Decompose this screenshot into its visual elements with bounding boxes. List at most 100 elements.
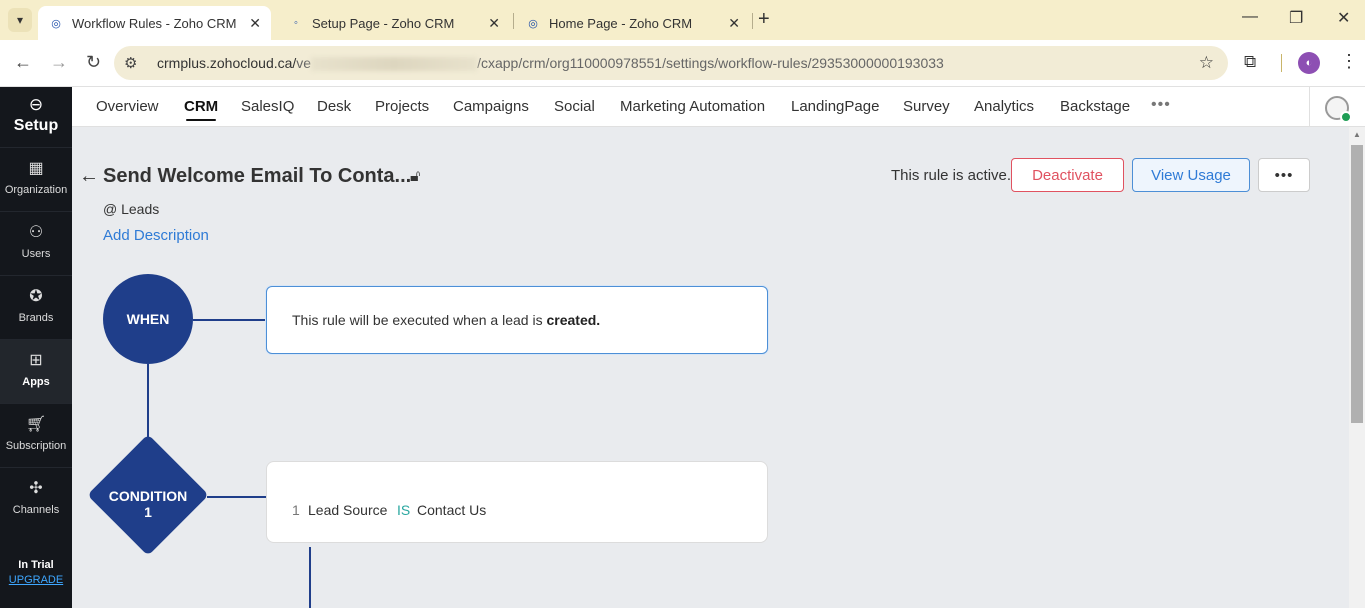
nav-projects[interactable]: Projects [375,98,429,115]
setup-home[interactable]: ⊖ Setup [0,95,72,135]
when-text: This rule will be executed when a lead i… [292,312,547,328]
plus-icon[interactable]: + [758,8,770,31]
nav-social[interactable]: Social [554,98,595,115]
condition-index: 1 [292,502,300,518]
scroll-up-icon[interactable]: ▲ [1353,130,1361,139]
add-description-link[interactable]: Add Description [103,227,209,244]
profile-avatar-icon[interactable]: ◐ [1298,52,1320,74]
more-options-button[interactable]: ••• [1258,158,1310,192]
nav-divider [1309,87,1310,127]
close-icon[interactable]: ✕ [488,15,500,32]
cart-icon: 🛒︎ [25,416,47,433]
arrow-left-icon[interactable]: ← [14,52,32,73]
page-title: Send Welcome Email To Conta... [103,165,412,187]
users-icon: ⚇ [28,224,44,241]
browser-address-bar: ← → ↻ ⚙ crmplus.zohocloud.ca/ve/cxapp/cr… [0,40,1365,87]
tab-search-button[interactable]: ▾ [8,8,32,32]
building-icon: ▦ [28,160,44,177]
tab-title: Home Page - Zoho CRM [549,15,693,31]
close-icon[interactable]: ✕ [728,15,740,32]
sidebar-item-apps[interactable]: ⊞ Apps [0,339,72,403]
rule-module: @ Leads [103,201,160,217]
tab-title: Workflow Rules - Zoho CRM [72,15,237,31]
sidebar-item-channels[interactable]: ✣ Channels [0,467,72,531]
url-host: crmplus.zohocloud.ca/ [157,55,297,71]
condition-operator: IS [397,502,411,518]
nav-landingpage[interactable]: LandingPage [791,98,879,115]
sidebar-item-organization[interactable]: ▦ Organization [0,147,72,211]
scrollbar-thumb[interactable] [1351,145,1363,423]
nav-desk[interactable]: Desk [317,98,351,115]
when-trigger: created. [546,312,601,328]
zoho-crm-icon: ◦ [294,17,298,29]
page-scrollbar[interactable]: ▲ [1349,127,1365,608]
nav-analytics[interactable]: Analytics [974,98,1034,115]
condition-connector [207,496,266,498]
condition-node-label: CONDITION 1 [100,488,196,520]
apps-icon: ⊞ [29,352,43,369]
tab-workflow-rules[interactable]: ◎ Workflow Rules - Zoho CRM ✕ [38,6,271,40]
lock-icon[interactable]: 🔓︎ [410,168,420,186]
reload-icon[interactable]: ↻ [86,52,101,73]
nav-crm[interactable]: CRM [184,98,218,121]
nav-survey[interactable]: Survey [903,98,950,115]
arrow-left-icon[interactable]: ← [79,165,99,188]
restore-icon[interactable]: ❐ [1289,8,1303,28]
when-description: This rule will be executed when a lead i… [292,312,600,328]
when-node: WHEN [103,274,193,364]
puzzle-icon[interactable]: ⧉ [1244,52,1256,72]
nav-overview[interactable]: Overview [96,98,159,115]
network-icon: ✣ [29,480,43,497]
sidebar-item-label: Channels [12,504,60,516]
zoho-crm-icon: ◎ [51,17,61,30]
condition-card[interactable]: 1 Lead Source IS Contact Us [266,461,768,543]
star-icon[interactable]: ☆ [1199,53,1214,73]
tune-icon[interactable]: ⚙ [124,54,137,72]
minimize-icon[interactable]: — [1242,8,1258,26]
when-card[interactable]: This rule will be executed when a lead i… [266,286,768,354]
view-usage-button[interactable]: View Usage [1132,158,1250,192]
when-connector [193,319,266,321]
sidebar-item-subscription[interactable]: 🛒︎ Subscription [0,403,72,467]
url-redacted [311,57,478,72]
zoho-crm-icon: ◎ [528,17,538,30]
condition-label-text: CONDITION [108,488,188,504]
trial-label: In Trial [18,559,54,571]
url-partial: ve [296,55,312,71]
kebab-icon[interactable]: ⋮ [1340,51,1358,72]
tab-setup-page[interactable]: ◦ Setup Page - Zoho CRM ✕ [278,6,510,40]
nav-marketing-automation[interactable]: Marketing Automation [620,98,765,115]
tab-home-page[interactable]: ◎ Home Page - Zoho CRM ✕ [515,6,750,40]
arrow-right-icon[interactable]: → [50,52,68,73]
condition-label-number: 1 [144,504,152,520]
setup-sidebar: ⊖ Setup ▦ Organization ⚇ Users ✪ Brands … [0,87,72,608]
upgrade-link[interactable]: UPGRADE [0,574,72,586]
product-nav: Overview CRM SalesIQ Desk Projects Campa… [72,87,1365,127]
condition-field: Lead Source [308,502,388,518]
sidebar-item-brands[interactable]: ✪ Brands [0,275,72,339]
sidebar-item-label: Subscription [5,440,67,452]
nav-more-icon[interactable]: ••• [1151,96,1171,114]
tab-separator [752,13,753,29]
sidebar-item-label: Brands [18,312,54,324]
condition-value: Contact Us [417,502,487,518]
trial-status: In Trial UPGRADE [0,559,72,586]
tab-separator [513,13,514,29]
sidebar-title: Setup [13,117,59,134]
nav-backstage[interactable]: Backstage [1060,98,1130,115]
online-status-icon [1340,111,1352,123]
user-avatar[interactable] [1325,96,1352,123]
sidebar-item-label: Apps [22,376,50,388]
browser-tab-bar: ▾ ◎ Workflow Rules - Zoho CRM ✕ ◦ Setup … [0,0,1365,40]
nav-salesiq[interactable]: SalesIQ [241,98,294,115]
close-window-icon[interactable]: ✕ [1337,8,1350,28]
sidebar-item-label: Organization [4,184,68,196]
sidebar-item-users[interactable]: ⚇ Users [0,211,72,275]
tab-title: Setup Page - Zoho CRM [312,15,455,31]
close-icon[interactable]: ✕ [249,15,261,32]
deactivate-button[interactable]: Deactivate [1011,158,1124,192]
url-path: /cxapp/crm/org110000978551/settings/work… [477,55,944,71]
url-field[interactable]: ⚙ crmplus.zohocloud.ca/ve/cxapp/crm/org1… [114,46,1228,80]
url-text: crmplus.zohocloud.ca/ve/cxapp/crm/org110… [157,55,944,72]
nav-campaigns[interactable]: Campaigns [453,98,529,115]
